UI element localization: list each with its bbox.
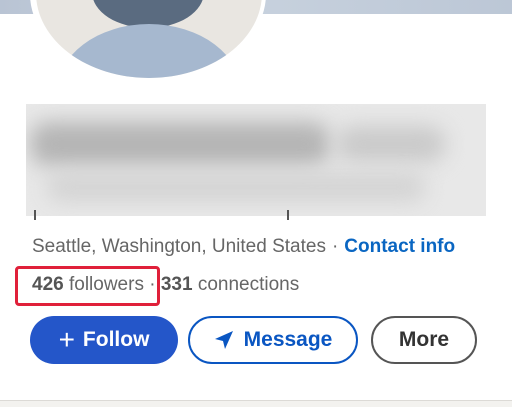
divider-tick: [34, 210, 36, 220]
plus-icon: +: [58, 324, 75, 355]
more-label: More: [398, 328, 450, 351]
connections-count: 331: [160, 274, 193, 295]
connections-link[interactable]: 331 connections: [161, 274, 299, 295]
connections-label: connections: [197, 274, 300, 295]
blurred-name-headline: [26, 104, 486, 216]
divider-tick: [287, 210, 289, 220]
followers-highlight-box: [15, 266, 160, 306]
contact-info-link[interactable]: Contact info: [344, 236, 455, 257]
message-label: Message: [243, 328, 333, 351]
separator-dot: ·: [331, 236, 339, 257]
avatar-shoulders-icon: [56, 24, 242, 78]
location-text: Seattle, Washington, United States: [32, 236, 326, 257]
follow-button[interactable]: + Follow: [30, 316, 178, 364]
paper-plane-icon: [214, 331, 233, 349]
more-button[interactable]: More: [371, 316, 477, 364]
avatar[interactable]: [36, 0, 262, 78]
message-button[interactable]: Message: [188, 316, 358, 364]
location-row: Seattle, Washington, United States · Conta…: [32, 236, 455, 258]
profile-card: Seattle, Washington, United States · Conta…: [0, 0, 512, 401]
follow-label: Follow: [82, 328, 150, 351]
